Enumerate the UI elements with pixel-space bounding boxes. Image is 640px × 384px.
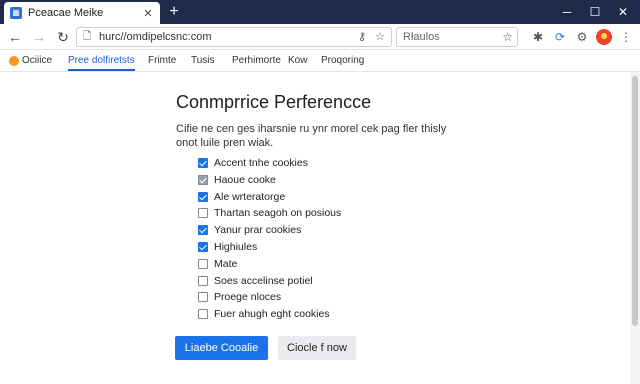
cookie-option[interactable]: Fuer ahugh eght cookies (198, 307, 330, 321)
scrollbar-thumb[interactable] (632, 76, 638, 326)
bookmark-item[interactable]: Proqoring (321, 54, 364, 68)
bookmark-star-icon[interactable]: ☆ (373, 30, 387, 44)
checkbox[interactable] (198, 242, 208, 252)
star-icon[interactable]: ☆ (502, 30, 513, 44)
page-title: Conmprrice Perferencce (176, 92, 372, 112)
tab-close-icon[interactable]: ✕ (142, 7, 154, 20)
bookmark-item[interactable]: Ociiice (22, 54, 52, 68)
bookmark-item[interactable]: Frimte (148, 54, 176, 68)
page-info-icon[interactable]: 🗋 (83, 31, 95, 43)
address-url[interactable]: hurc//omdipelcsnc:com (99, 31, 212, 43)
cookie-option[interactable]: Highiules (198, 240, 257, 254)
checkbox-label: Highiules (214, 241, 258, 253)
bookmark-folder-icon (9, 56, 19, 66)
gear-icon[interactable]: ⚙ (574, 29, 590, 45)
maximize-button[interactable]: ☐ (580, 0, 610, 24)
checkbox-label: Ale wrteratorge (214, 191, 286, 203)
cookie-option[interactable]: Ale wrteratorge (198, 190, 285, 204)
checkbox-label: Fuer ahugh eght cookies (214, 308, 330, 320)
address-bar[interactable]: 🗋 hurc//omdipelcsnc:com ⚷ ☆ (76, 27, 392, 47)
checkbox[interactable] (198, 292, 208, 302)
browser-tab[interactable]: ▦ Pceacae Meike ✕ (4, 2, 160, 24)
bookmarks-bar: Ociiice Pree dolfiretsts Frimte Tusis Pe… (0, 50, 640, 72)
checkbox-label: Mate (214, 258, 238, 270)
sync-icon[interactable]: ⟳ (552, 29, 568, 45)
puzzle-icon[interactable]: ✱ (530, 29, 546, 45)
bookmark-item[interactable]: Tusis (191, 54, 215, 68)
back-button[interactable]: ← (6, 28, 24, 46)
accept-cookies-button[interactable]: Liaebe Cooalie (175, 336, 268, 360)
cookie-option[interactable]: Thartan seagoh on posious (198, 206, 341, 220)
page-description: Cifie ne cen ges iharsnie ru ynr morel c… (176, 123, 447, 149)
checkbox[interactable] (198, 158, 208, 168)
checkbox[interactable] (198, 175, 208, 185)
checkbox-label: Soes accelinse potiel (214, 275, 313, 287)
profile-icon[interactable]: ☻ (596, 29, 612, 45)
search-box[interactable]: Rłaulos ☆ (396, 27, 518, 47)
checkbox[interactable] (198, 276, 208, 286)
cookie-option[interactable]: Mate (198, 257, 237, 271)
forward-button[interactable]: → (30, 28, 48, 46)
checkbox-label: Yanur prar cookies (214, 224, 302, 236)
reload-button[interactable]: ↻ (54, 28, 72, 46)
checkbox-label: Proege nloces (214, 291, 282, 303)
page-scrollbar[interactable] (630, 72, 640, 384)
menu-icon[interactable]: ⋮ (618, 29, 634, 45)
tab-title: Pceacae Meike (28, 7, 104, 19)
key-icon[interactable]: ⚷ (355, 30, 369, 44)
tab-strip: ▦ Pceacae Meike ✕ + ─ ☐ ✕ (0, 0, 640, 24)
new-tab-button[interactable]: + (166, 3, 182, 21)
window-close-button[interactable]: ✕ (608, 0, 638, 24)
site-favicon-icon: ▦ (10, 7, 22, 19)
bookmark-item-active[interactable]: Pree dolfiretsts (68, 54, 135, 71)
search-placeholder: Rłaulos (403, 31, 440, 43)
checkbox-label: Accent tnhe cookies (214, 157, 308, 169)
checkbox-label: Haoue cooke (214, 174, 276, 186)
cookie-option[interactable]: Accent tnhe cookies (198, 156, 308, 170)
checkbox[interactable] (198, 259, 208, 269)
close-now-button[interactable]: Ciocle f now (278, 336, 356, 360)
checkbox[interactable] (198, 192, 208, 202)
checkbox-label: Thartan seagoh on posious (214, 207, 342, 219)
cookie-option[interactable]: Proege nloces (198, 290, 281, 304)
cookie-option[interactable]: Haoue cooke (198, 173, 276, 187)
minimize-button[interactable]: ─ (552, 0, 582, 24)
cookie-option[interactable]: Yanur prar cookies (198, 223, 301, 237)
bookmark-item[interactable]: Kow (288, 54, 307, 68)
bookmark-item[interactable]: Perhimorte (232, 54, 281, 68)
checkbox[interactable] (198, 309, 208, 319)
cookie-option[interactable]: Soes accelinse potiel (198, 274, 313, 288)
checkbox[interactable] (198, 225, 208, 235)
checkbox[interactable] (198, 208, 208, 218)
browser-toolbar: ← → ↻ 🗋 hurc//omdipelcsnc:com ⚷ ☆ Rłaulo… (0, 24, 640, 50)
